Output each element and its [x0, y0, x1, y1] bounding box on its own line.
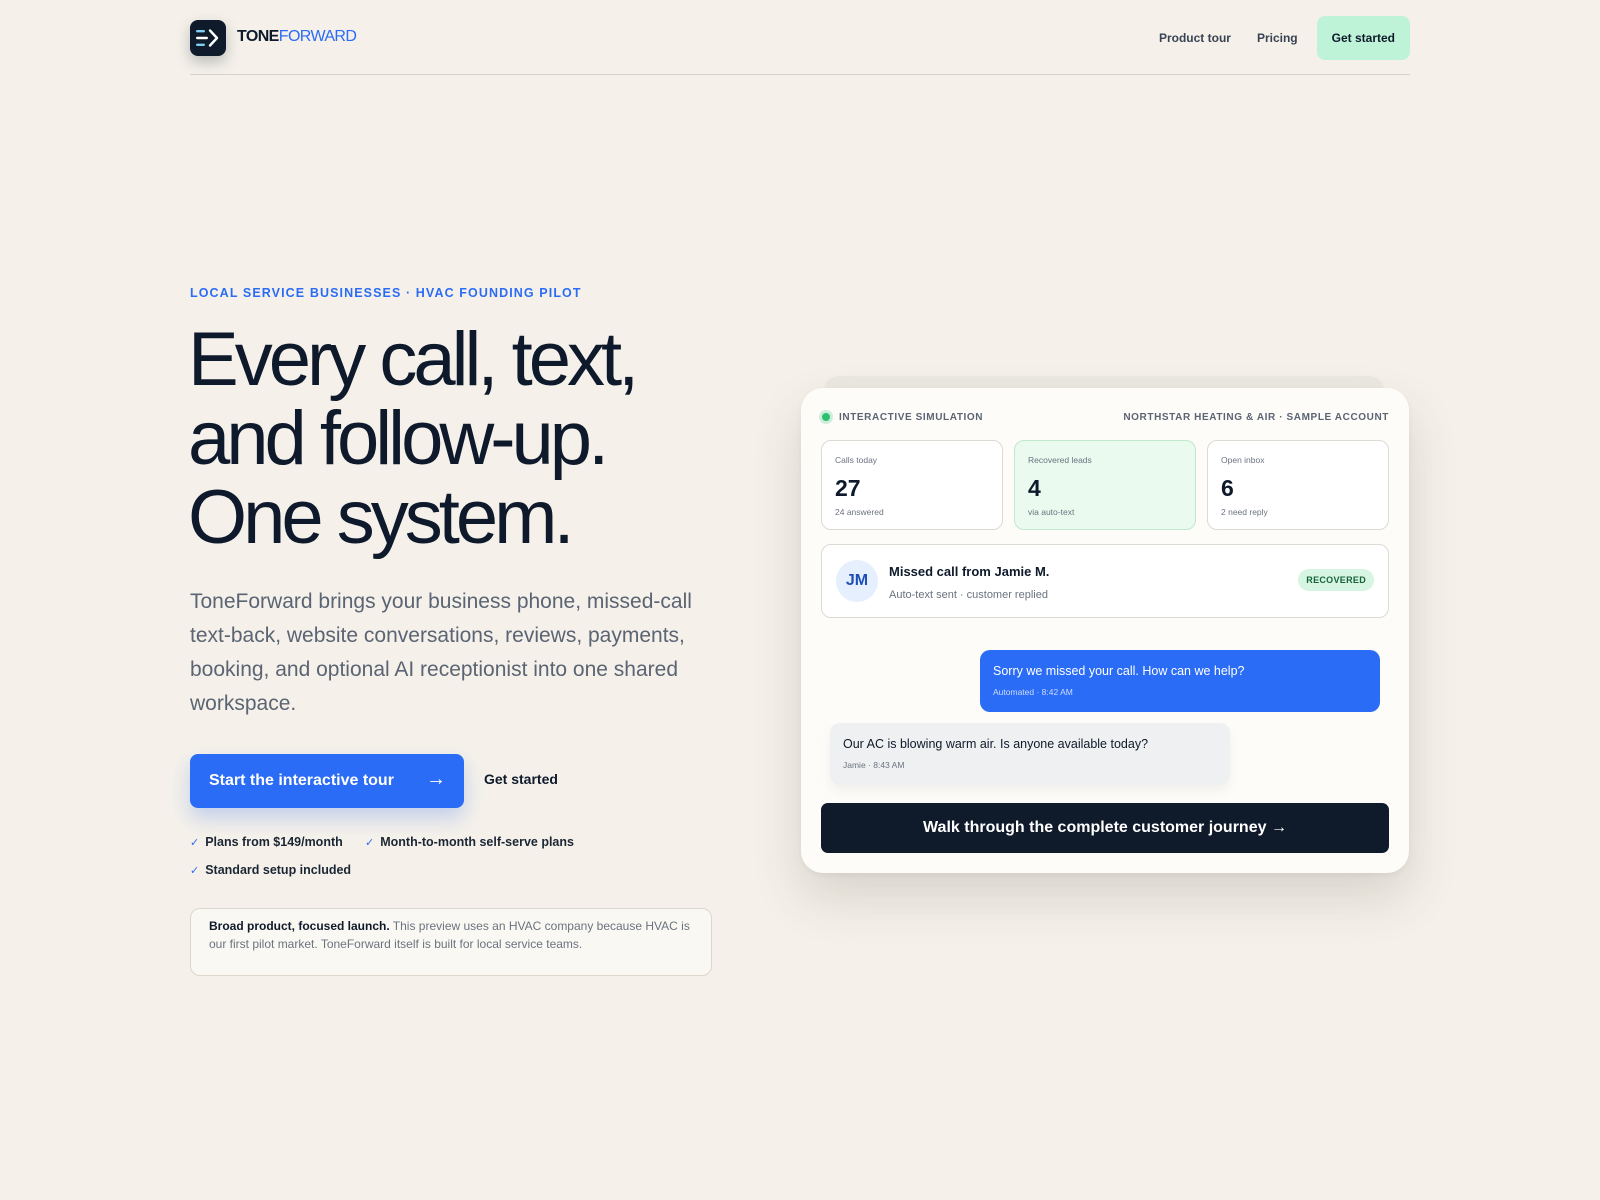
simulation-card: INTERACTIVE SIMULATION NORTHSTAR HEATING…: [801, 388, 1409, 873]
check-icon: ✓: [365, 837, 375, 849]
perk-label: Plans from $149/month: [205, 835, 343, 849]
check-icon: ✓: [190, 837, 200, 849]
check-icon: ✓: [190, 865, 200, 877]
stat-label: Recovered leads: [1028, 455, 1092, 465]
missed-call-subtitle: Auto-text sent · customer replied: [889, 589, 1048, 601]
headline-line-1: Every call, text,: [188, 317, 639, 402]
stat-value: 6: [1221, 475, 1234, 501]
perk-item: ✓ Month-to-month self-serve plans: [365, 835, 574, 849]
headline-line-2: and follow-up.: [188, 396, 609, 481]
nav-product-tour[interactable]: Product tour: [1159, 31, 1231, 45]
customer-journey-button[interactable]: Walk through the complete customer journ…: [821, 803, 1389, 853]
top-nav: Product tour Pricing Get started: [1133, 16, 1410, 60]
brand-wordmark[interactable]: TONEFORWARD: [237, 28, 357, 46]
perk-label: Month-to-month self-serve plans: [380, 835, 574, 849]
stat-sub: 2 need reply: [1221, 507, 1268, 517]
headline-line-3: One system.: [188, 475, 575, 560]
start-tour-label: Start the interactive tour: [209, 772, 394, 789]
stat-sub: via auto-text: [1028, 507, 1075, 517]
missed-call-row[interactable]: JM Missed call from Jamie M. Auto-text s…: [821, 544, 1389, 618]
nav-pricing[interactable]: Pricing: [1257, 31, 1298, 45]
stat-card-inbox: Open inbox 6 2 need reply: [1207, 440, 1389, 530]
hero-headline: Every call, text, and follow-up. One sys…: [188, 320, 748, 557]
perk-item: ✓ Plans from $149/month: [190, 835, 343, 849]
hero-eyebrow: LOCAL SERVICE BUSINESSES · HVAC FOUNDING…: [190, 286, 582, 300]
simulation-label: INTERACTIVE SIMULATION: [839, 412, 984, 423]
brand-first: TONE: [237, 28, 279, 45]
message-bubble-outgoing: Sorry we missed your call. How can we he…: [980, 650, 1380, 712]
message-bubble-incoming: Our AC is blowing warm air. Is anyone av…: [830, 723, 1230, 785]
start-tour-button[interactable]: Start the interactive tour →: [190, 754, 464, 808]
hero-lead: ToneForward brings your business phone, …: [190, 590, 692, 715]
message-meta: Automated · 8:42 AM: [993, 687, 1073, 697]
stat-card-recovered: Recovered leads 4 via auto-text: [1014, 440, 1196, 530]
launch-note: Broad product, focused launch. This prev…: [190, 908, 712, 976]
message-text: Sorry we missed your call. How can we he…: [993, 664, 1245, 678]
site-header: TONEFORWARD Product tour Pricing Get sta…: [190, 16, 1410, 75]
arrow-right-icon: →: [426, 768, 446, 790]
stat-label: Calls today: [835, 455, 878, 465]
note-bold: Broad product, focused launch.: [209, 919, 390, 933]
stat-sub: 24 answered: [835, 507, 884, 517]
message-meta: Jamie · 8:43 AM: [843, 760, 905, 770]
perk-label: Standard setup included: [205, 863, 352, 877]
status-badge: RECOVERED: [1298, 569, 1374, 591]
nav-get-started-button[interactable]: Get started: [1316, 16, 1410, 60]
stat-label: Open inbox: [1221, 455, 1265, 465]
message-text: Our AC is blowing warm air. Is anyone av…: [843, 737, 1149, 751]
stat-value: 4: [1028, 475, 1041, 501]
avatar: JM: [836, 560, 878, 602]
stat-card-calls: Calls today 27 24 answered: [821, 440, 1003, 530]
stat-value: 27: [835, 475, 861, 501]
missed-call-title: Missed call from Jamie M.: [889, 564, 1050, 579]
logo-icon[interactable]: [190, 20, 226, 56]
get-started-link[interactable]: Get started: [484, 771, 558, 787]
perk-item: ✓ Standard setup included: [190, 863, 351, 877]
simulation-header: INTERACTIVE SIMULATION NORTHSTAR HEATING…: [821, 412, 1389, 426]
account-label: NORTHSTAR HEATING & AIR · SAMPLE ACCOUNT: [1123, 412, 1389, 423]
brand-second: FORWARD: [278, 28, 357, 45]
live-dot-icon: [822, 413, 830, 421]
